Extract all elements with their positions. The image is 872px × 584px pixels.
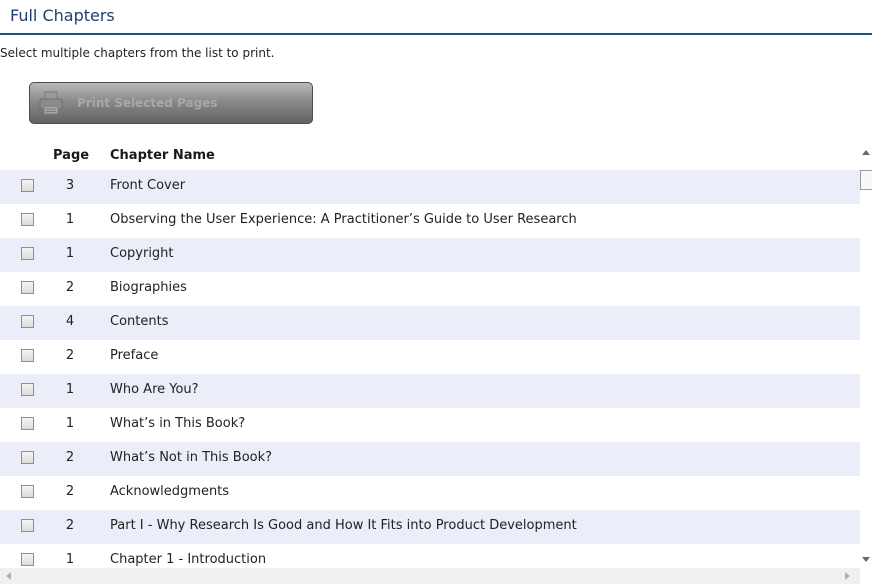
printer-icon bbox=[39, 91, 63, 115]
row-checkbox[interactable] bbox=[21, 383, 34, 396]
row-page: 2 bbox=[65, 280, 75, 295]
row-checkbox[interactable] bbox=[21, 485, 34, 498]
row-chapter-name: Copyright bbox=[110, 246, 174, 261]
title-divider bbox=[0, 33, 872, 35]
row-page: 4 bbox=[65, 314, 75, 329]
row-page: 1 bbox=[65, 552, 75, 567]
row-chapter-name: What’s in This Book? bbox=[110, 416, 246, 431]
table-row: 2 What’s Not in This Book? bbox=[0, 442, 860, 476]
print-button-label: Print Selected Pages bbox=[77, 96, 218, 110]
row-chapter-name: Part I - Why Research Is Good and How It… bbox=[110, 518, 577, 533]
row-page: 2 bbox=[65, 518, 75, 533]
row-page: 2 bbox=[65, 348, 75, 363]
column-header-chapter-name: Chapter Name bbox=[110, 148, 215, 163]
scroll-up-arrow-icon[interactable] bbox=[862, 150, 870, 155]
row-page: 1 bbox=[65, 416, 75, 431]
row-chapter-name: Observing the User Experience: A Practit… bbox=[110, 212, 577, 227]
row-checkbox[interactable] bbox=[21, 179, 34, 192]
row-chapter-name: Preface bbox=[110, 348, 159, 363]
section-title: Full Chapters bbox=[10, 6, 115, 25]
instructions-text: Select multiple chapters from the list t… bbox=[0, 46, 275, 60]
table-row: 2 Preface bbox=[0, 340, 860, 374]
row-checkbox[interactable] bbox=[21, 417, 34, 430]
row-checkbox[interactable] bbox=[21, 451, 34, 464]
scroll-thumb[interactable] bbox=[860, 170, 872, 190]
row-checkbox[interactable] bbox=[21, 281, 34, 294]
row-chapter-name: Chapter 1 - Introduction bbox=[110, 552, 267, 567]
table-row: 2 Part I - Why Research Is Good and How … bbox=[0, 510, 860, 544]
table-row: 4 Contents bbox=[0, 306, 860, 340]
column-header-page: Page bbox=[53, 148, 90, 163]
row-chapter-name: Front Cover bbox=[110, 178, 186, 193]
row-chapter-name: What’s Not in This Book? bbox=[110, 450, 273, 465]
scroll-right-arrow-icon[interactable] bbox=[845, 572, 850, 580]
row-page: 1 bbox=[65, 212, 75, 227]
chapter-rows: 3 Front Cover 1 Observing the User Exper… bbox=[0, 170, 860, 568]
row-page: 1 bbox=[65, 382, 75, 397]
row-page: 3 bbox=[65, 178, 75, 193]
table-row: 2 Biographies bbox=[0, 272, 860, 306]
row-chapter-name: Who Are You? bbox=[110, 382, 199, 397]
row-page: 2 bbox=[65, 450, 75, 465]
row-page: 1 bbox=[65, 246, 75, 261]
table-row: 1 Observing the User Experience: A Pract… bbox=[0, 204, 860, 238]
row-page: 2 bbox=[65, 484, 75, 499]
vertical-scrollbar[interactable] bbox=[860, 140, 872, 568]
row-checkbox[interactable] bbox=[21, 213, 34, 226]
print-selected-pages-button[interactable]: Print Selected Pages bbox=[29, 82, 313, 124]
table-row: 2 Acknowledgments bbox=[0, 476, 860, 510]
table-row: 1 Chapter 1 - Introduction bbox=[0, 544, 860, 568]
list-header: Page Chapter Name bbox=[0, 140, 860, 170]
row-chapter-name: Contents bbox=[110, 314, 169, 329]
horizontal-scrollbar[interactable] bbox=[0, 568, 860, 584]
row-chapter-name: Acknowledgments bbox=[110, 484, 230, 499]
row-checkbox[interactable] bbox=[21, 349, 34, 362]
row-checkbox[interactable] bbox=[21, 247, 34, 260]
row-checkbox[interactable] bbox=[21, 553, 34, 566]
table-row: 1 Copyright bbox=[0, 238, 860, 272]
scroll-down-arrow-icon[interactable] bbox=[862, 557, 870, 562]
row-chapter-name: Biographies bbox=[110, 280, 187, 295]
table-row: 1 Who Are You? bbox=[0, 374, 860, 408]
table-row: 3 Front Cover bbox=[0, 170, 860, 204]
chapter-list: Page Chapter Name 3 Front Cover 1 Observ… bbox=[0, 140, 872, 584]
table-row: 1 What’s in This Book? bbox=[0, 408, 860, 442]
row-checkbox[interactable] bbox=[21, 519, 34, 532]
row-checkbox[interactable] bbox=[21, 315, 34, 328]
scroll-left-arrow-icon[interactable] bbox=[6, 572, 11, 580]
